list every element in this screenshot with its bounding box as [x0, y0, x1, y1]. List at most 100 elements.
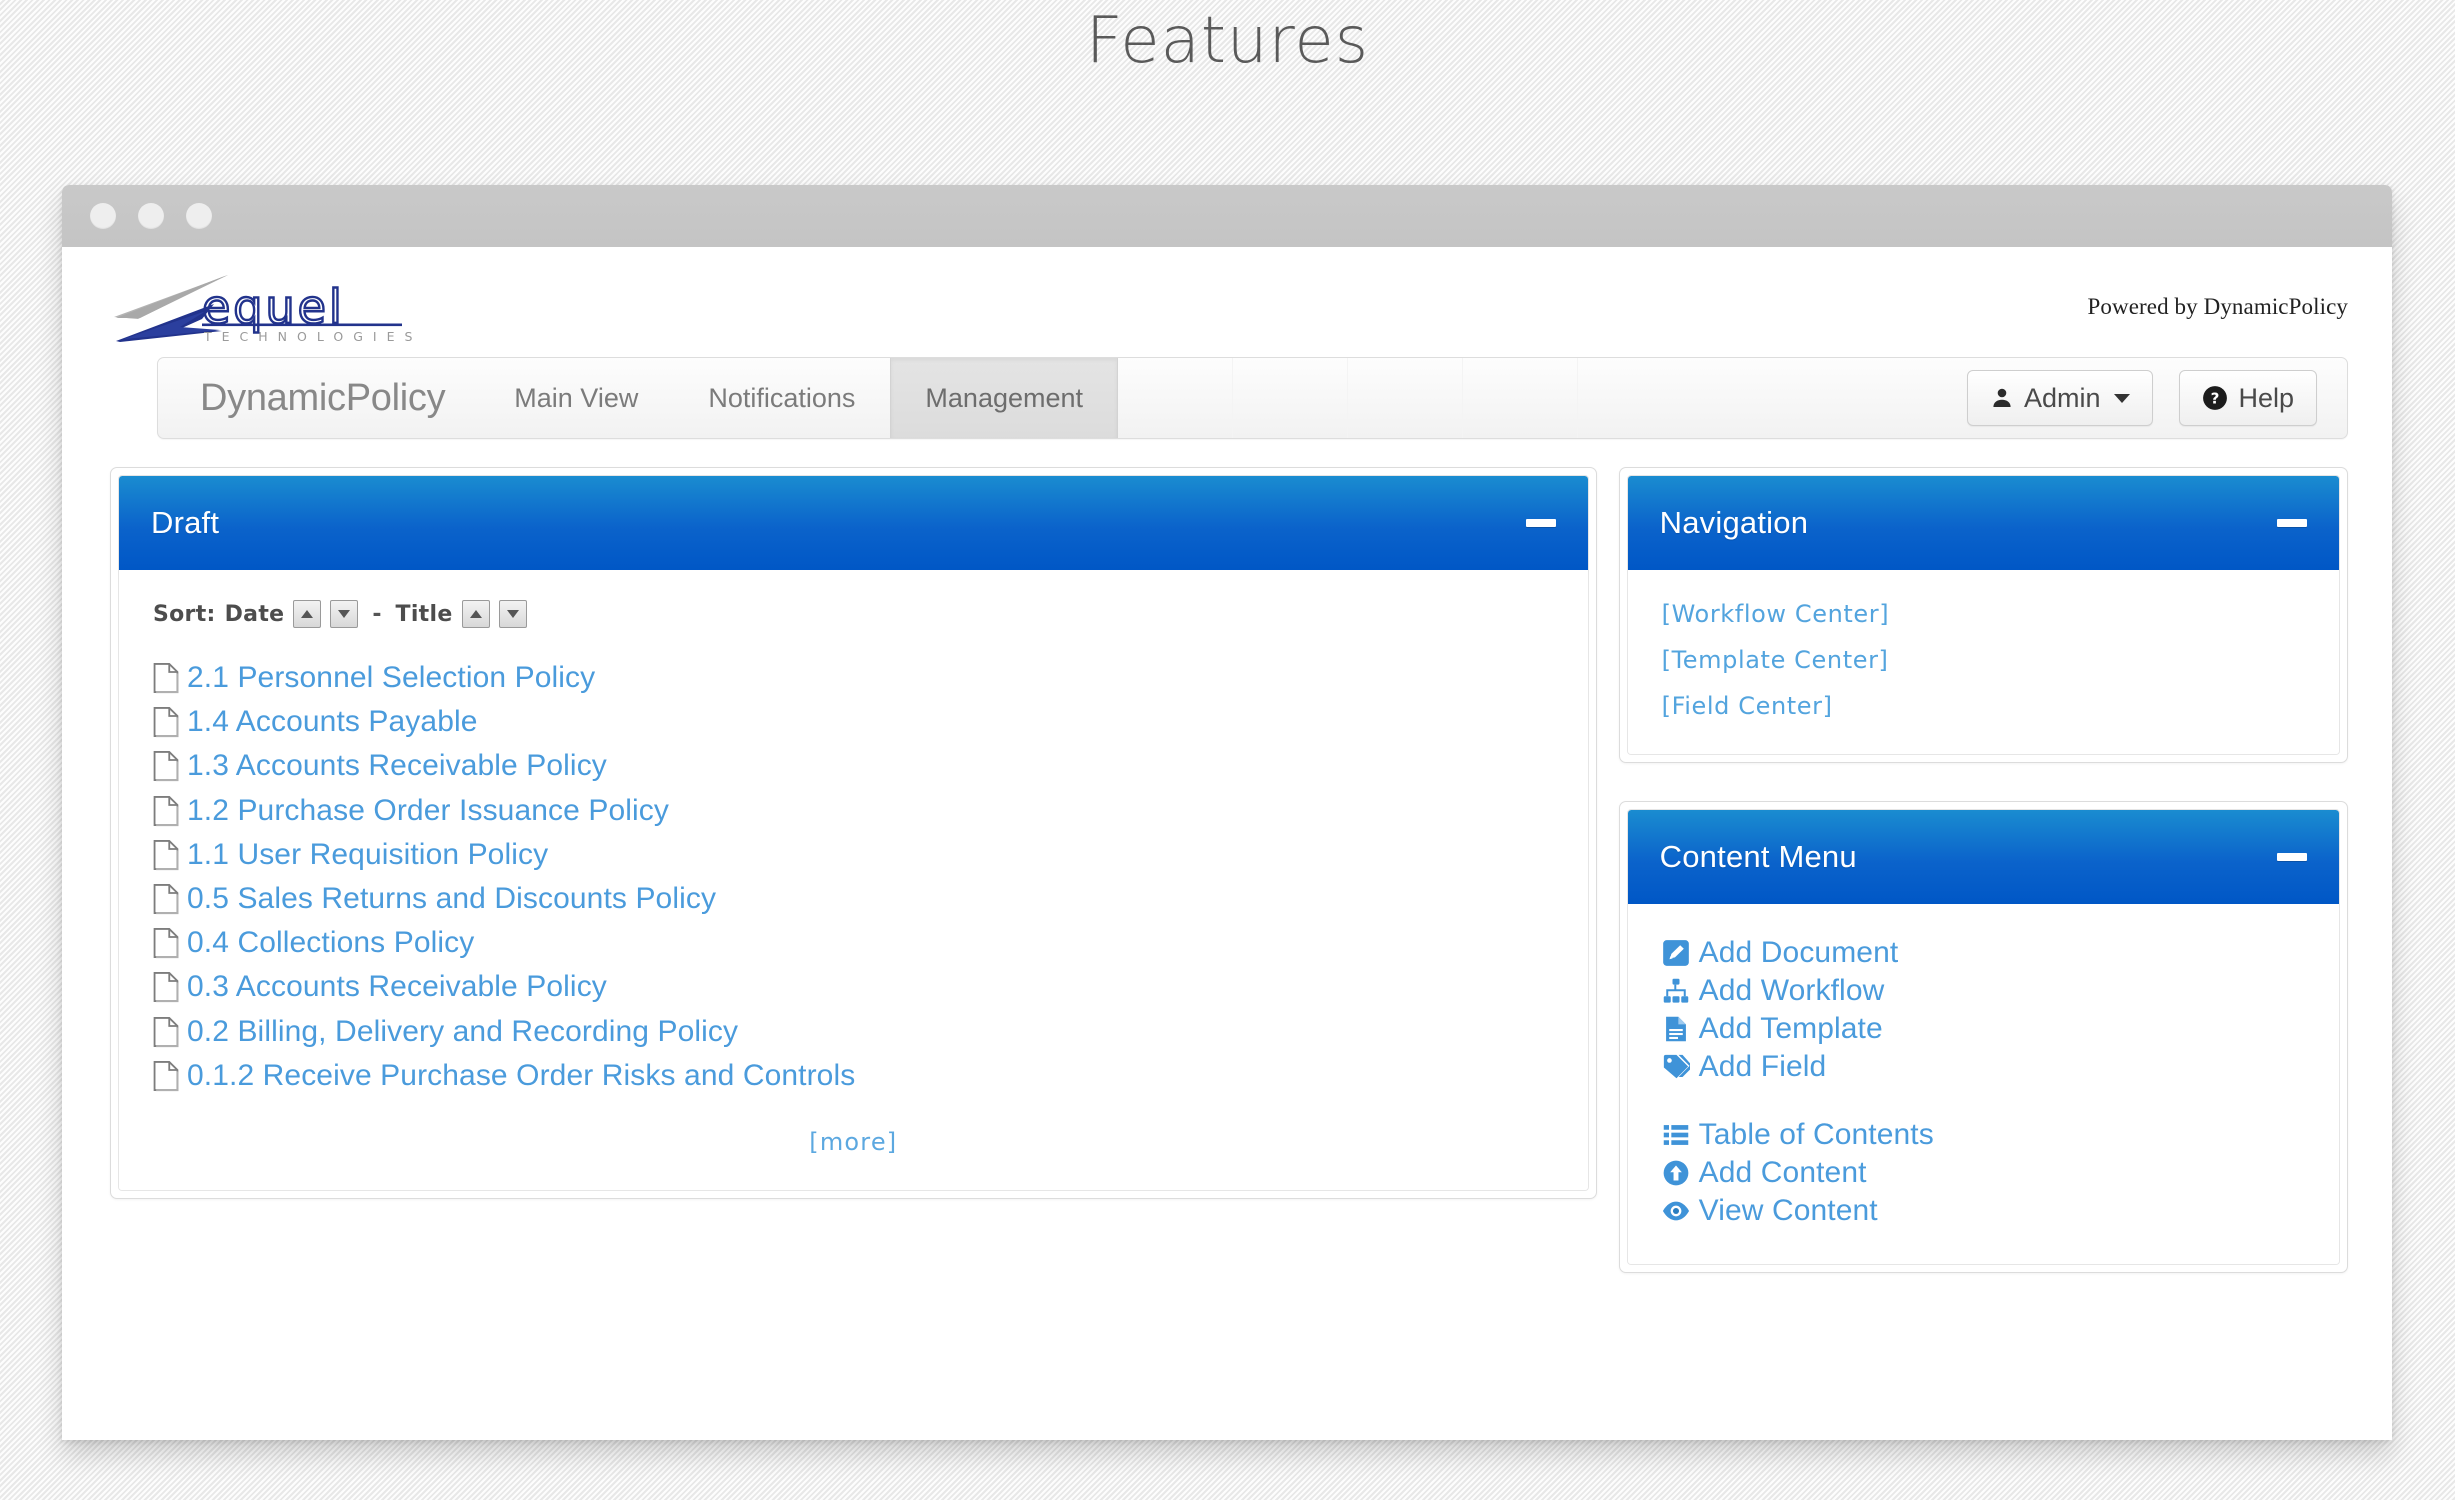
navbar-empty-slot — [1233, 358, 1349, 438]
content-menu-list: Add Document Add Workflow Add Template Add … — [1662, 934, 2305, 1230]
draft-document-list: 2.1 Personnel Selection Policy 1.4 Accoun… — [153, 656, 1554, 1098]
file-icon — [153, 972, 179, 1003]
content-menu-item[interactable]: Add Template — [1662, 1010, 2305, 1048]
minimize-icon[interactable] — [2277, 853, 2307, 861]
content-menu-item-label: Add Field — [1698, 1050, 1827, 1083]
sort-separator: - — [372, 601, 382, 627]
minimize-icon[interactable] — [1525, 519, 1556, 527]
more-row: [more] — [153, 1128, 1554, 1156]
window-close-dot[interactable] — [90, 203, 116, 229]
main-navbar: DynamicPolicy Main View Notifications Ma… — [157, 357, 2348, 439]
page-title: Features — [1085, 4, 1370, 78]
draft-document-link[interactable]: 1.3 Accounts Receivable Policy — [187, 746, 607, 786]
triangle-down-icon — [338, 610, 351, 618]
navigation-link[interactable]: [Field Center] — [1662, 692, 2305, 720]
draft-panel-title: Draft — [151, 505, 220, 540]
file-icon — [153, 1016, 179, 1047]
admin-button[interactable]: Admin — [1966, 370, 2154, 426]
content-menu-panel: Content Menu Add Document Add Workflow Add… — [1618, 801, 2348, 1273]
draft-document-item[interactable]: 1.4 Accounts Payable — [153, 700, 1554, 744]
navigation-link[interactable]: [Template Center] — [1662, 646, 2305, 674]
tab-notifications[interactable]: Notifications — [673, 358, 890, 438]
navbar-empty-tab-slots — [1118, 358, 1957, 438]
draft-document-item[interactable]: 2.1 Personnel Selection Policy — [153, 656, 1554, 700]
sort-date-asc-button[interactable] — [293, 600, 322, 628]
svg-text:TECHNOLOGIES: TECHNOLOGIES — [203, 329, 422, 344]
file-icon — [153, 751, 179, 782]
navbar-empty-slot — [1118, 358, 1234, 438]
draft-document-item[interactable]: 1.1 User Requisition Policy — [153, 833, 1554, 877]
minimize-icon[interactable] — [2277, 519, 2307, 527]
content-menu-item[interactable]: Add Field — [1662, 1048, 2305, 1086]
file-icon — [153, 663, 179, 694]
draft-document-link[interactable]: 0.2 Billing, Delivery and Recording Poli… — [187, 1012, 738, 1052]
content-menu-panel-body: Add Document Add Workflow Add Template Add … — [1627, 904, 2339, 1264]
content-menu-item[interactable]: Add Content — [1662, 1154, 2305, 1192]
triangle-up-icon — [469, 610, 482, 618]
draft-document-item[interactable]: 0.4 Collections Policy — [153, 921, 1554, 965]
content-menu-item-label: Add Content — [1698, 1156, 1867, 1189]
zequel-logo[interactable]: equel TECHNOLOGIES — [110, 269, 510, 349]
navigation-panel-body: [Workflow Center] [Template Center] [Field… — [1627, 570, 2339, 754]
file-icon — [153, 928, 179, 959]
draft-document-item[interactable]: 1.3 Accounts Receivable Policy — [153, 744, 1554, 788]
draft-panel-body: Sort: Date - Title 2.1 Personnel Selecti… — [119, 570, 1588, 1190]
draft-document-link[interactable]: 0.5 Sales Returns and Discounts Policy — [187, 879, 716, 919]
content-menu-item-label: Add Template — [1698, 1012, 1883, 1045]
powered-by-label: Powered by DynamicPolicy — [2087, 294, 2348, 319]
content-grid: Draft Sort: Date - Title 2.1 Personnel S… — [62, 439, 2392, 1311]
draft-document-link[interactable]: 2.1 Personnel Selection Policy — [187, 658, 595, 698]
content-menu-item[interactable]: Table of Contents — [1662, 1116, 2305, 1154]
help-button-label: Help — [2238, 382, 2294, 413]
draft-document-link[interactable]: 1.2 Purchase Order Issuance Policy — [187, 791, 669, 831]
draft-document-item[interactable]: 1.2 Purchase Order Issuance Policy — [153, 789, 1554, 833]
question-circle-icon: ? — [2203, 386, 2228, 410]
svg-text:?: ? — [2211, 390, 2220, 408]
more-link[interactable]: [more] — [809, 1128, 897, 1156]
browser-chrome-bar — [62, 185, 2392, 247]
sort-bar: Sort: Date - Title — [153, 600, 1554, 628]
navbar-brand[interactable]: DynamicPolicy — [158, 358, 479, 438]
content-menu-item[interactable]: View Content — [1662, 1192, 2305, 1230]
draft-document-item[interactable]: 0.2 Billing, Delivery and Recording Poli… — [153, 1010, 1554, 1054]
content-menu-panel-header: Content Menu — [1627, 810, 2339, 904]
draft-document-item[interactable]: 0.3 Accounts Receivable Policy — [153, 965, 1554, 1009]
draft-document-item[interactable]: 0.1.2 Receive Purchase Order Risks and C… — [153, 1054, 1554, 1098]
content-menu-panel-title: Content Menu — [1659, 839, 1857, 874]
navigation-panel-title: Navigation — [1659, 505, 1809, 540]
draft-document-link[interactable]: 0.3 Accounts Receivable Policy — [187, 967, 607, 1007]
tab-management[interactable]: Management — [890, 358, 1119, 438]
main-column: Draft Sort: Date - Title 2.1 Personnel S… — [110, 467, 1619, 1237]
draft-document-item[interactable]: 0.5 Sales Returns and Discounts Policy — [153, 877, 1554, 921]
draft-document-link[interactable]: 1.1 User Requisition Policy — [187, 835, 548, 875]
sort-title-desc-button[interactable] — [498, 600, 527, 628]
draft-document-link[interactable]: 1.4 Accounts Payable — [187, 702, 478, 742]
content-menu-item[interactable]: Add Document — [1662, 934, 2305, 972]
sort-by-date-label: Date — [224, 601, 285, 627]
pencil-square-icon — [1662, 940, 1689, 966]
draft-panel: Draft Sort: Date - Title 2.1 Personnel S… — [110, 467, 1597, 1199]
user-icon — [1993, 388, 2011, 407]
arrow-up-circle-icon — [1663, 1160, 1689, 1186]
window-maximize-dot[interactable] — [186, 203, 212, 229]
admin-button-label: Admin — [2023, 382, 2101, 413]
content-menu-panel-inner: Content Menu Add Document Add Workflow Add… — [1626, 809, 2340, 1265]
chevron-down-icon — [2114, 393, 2131, 403]
window-minimize-dot[interactable] — [138, 203, 164, 229]
content-menu-item[interactable]: Add Workflow — [1662, 972, 2305, 1010]
sort-date-desc-button[interactable] — [330, 600, 359, 628]
draft-document-link[interactable]: 0.1.2 Receive Purchase Order Risks and C… — [187, 1056, 855, 1096]
side-column: Navigation [Workflow Center] [Template Ce… — [1618, 467, 2348, 1311]
navigation-link[interactable]: [Workflow Center] — [1662, 600, 2305, 628]
sort-by-title-label: Title — [395, 601, 453, 627]
navigation-link-list: [Workflow Center] [Template Center] [Field… — [1662, 600, 2305, 720]
sort-title-asc-button[interactable] — [461, 600, 490, 628]
navbar-empty-slot — [1348, 358, 1464, 438]
tag-icon — [1663, 1054, 1690, 1079]
content-menu-item-label: Add Workflow — [1698, 974, 1885, 1007]
draft-panel-header: Draft — [119, 476, 1588, 570]
tab-main-view[interactable]: Main View — [479, 358, 673, 438]
eye-icon — [1662, 1201, 1689, 1221]
draft-document-link[interactable]: 0.4 Collections Policy — [187, 923, 474, 963]
help-button[interactable]: ? Help — [2179, 370, 2317, 426]
